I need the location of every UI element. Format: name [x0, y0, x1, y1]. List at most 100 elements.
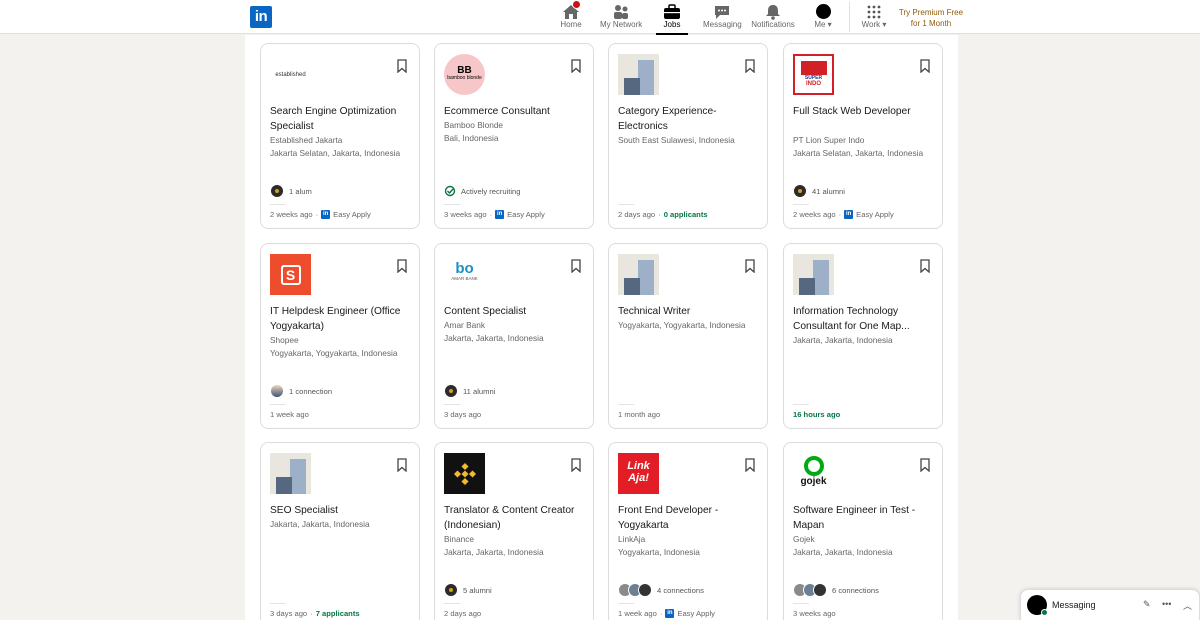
home-icon	[558, 0, 584, 20]
bookmark-icon[interactable]	[571, 59, 581, 73]
job-title[interactable]: Information Technology Consultant for On…	[793, 304, 941, 334]
job-title[interactable]: Software Engineer in Test - Mapan	[793, 503, 941, 533]
notification-badge	[572, 0, 581, 9]
job-title[interactable]: Ecommerce Consultant	[444, 104, 592, 119]
linkedin-icon: in	[321, 210, 331, 219]
company-logo-box[interactable]: BB bamboo blonde	[444, 54, 485, 95]
company-name: PT Lion Super Indo	[793, 135, 865, 145]
job-card[interactable]: Translator & Content Creator (Indonesian…	[434, 442, 594, 620]
job-title[interactable]: Content Specialist	[444, 304, 592, 319]
job-insight: 4 connections	[618, 583, 704, 597]
job-card[interactable]: Link Aja! Front End Developer - Yogyakarta…	[608, 442, 768, 620]
bookmark-icon[interactable]	[397, 59, 407, 73]
posted-time: 3 weeks ago	[793, 609, 836, 618]
company-logo-box[interactable]	[618, 54, 659, 95]
job-card[interactable]: bo AMAR BANK Content Specialist Amar Bank Ja…	[434, 243, 594, 429]
company-name: Established Jakarta	[270, 135, 343, 145]
company-logo-box[interactable]	[270, 453, 311, 494]
nav-my-network[interactable]: My Network	[600, 2, 642, 34]
easy-apply-label: Easy Apply	[507, 210, 545, 219]
bookmark-icon[interactable]	[745, 259, 755, 273]
job-title[interactable]: IT Helpdesk Engineer (Office Yogyakarta)	[270, 304, 418, 334]
nav-notifications[interactable]: Notifications	[751, 2, 795, 34]
applicants-count: 0 applicants	[663, 210, 708, 219]
linkedin-logo[interactable]: in	[250, 6, 272, 28]
bookmark-icon[interactable]	[571, 458, 581, 472]
job-card[interactable]: BB bamboo blonde Ecommerce Consultant Bambo…	[434, 43, 594, 229]
company-name: Jakarta, Jakarta, Indonesia	[270, 519, 370, 529]
compose-icon[interactable]: ✎	[1143, 599, 1151, 610]
job-card[interactable]: S IT Helpdesk Engineer (Office Yogyakarta…	[260, 243, 420, 429]
job-card[interactable]: SEO Specialist Jakarta, Jakarta, Indonesi…	[260, 442, 420, 620]
posted-time: 2 weeks ago	[270, 210, 313, 219]
job-insight: 11 alumni	[444, 384, 495, 398]
job-card[interactable]: Technical Writer Yogyakarta, Yogyakarta, …	[608, 243, 768, 429]
job-footer: 2 days ago	[444, 609, 481, 618]
job-insight: 6 connections	[793, 583, 879, 597]
divider	[444, 204, 460, 205]
company-logo-box[interactable]	[618, 254, 659, 295]
job-title[interactable]: Category Experience- Electronics	[618, 104, 766, 134]
job-location: Jakarta Selatan, Jakarta, Indonesia	[270, 148, 401, 158]
messaging-overlay[interactable]: Messaging ✎ ••• ︿	[1020, 589, 1200, 620]
nav-work[interactable]: Work ▾	[860, 2, 888, 34]
bookmark-icon[interactable]	[397, 259, 407, 273]
posted-time: 2 days ago	[444, 609, 482, 618]
try-premium-link[interactable]: Try Premium Free for 1 Month	[896, 7, 966, 29]
job-title[interactable]: Search Engine Optimization Specialist	[270, 104, 418, 134]
job-footer: 16 hours ago	[793, 410, 840, 419]
job-insight: Actively recruiting	[444, 184, 521, 198]
posted-time: 2 weeks ago	[793, 210, 836, 219]
posted-time: 1 month ago	[618, 410, 661, 419]
bookmark-icon[interactable]	[920, 458, 930, 472]
bookmark-icon[interactable]	[745, 458, 755, 472]
chevron-down-icon: ▾	[825, 20, 832, 29]
nav-home[interactable]: Home	[558, 0, 584, 34]
company-logo-box[interactable]: SUPER INDO	[793, 54, 834, 95]
job-card[interactable]: Information Technology Consultant for On…	[783, 243, 943, 429]
company-name: LinkAja	[618, 534, 646, 544]
more-options-icon[interactable]: •••	[1162, 599, 1171, 609]
bookmark-icon[interactable]	[920, 59, 930, 73]
job-card[interactable]: gojek Software Engineer in Test - Mapan Go…	[783, 442, 943, 620]
job-title[interactable]: SEO Specialist	[270, 503, 418, 518]
nav-me[interactable]: Me ▾	[813, 2, 833, 34]
chevron-up-icon[interactable]: ︿	[1183, 599, 1192, 612]
bookmark-icon[interactable]	[571, 259, 581, 273]
nav-messaging[interactable]: Messaging	[703, 2, 742, 34]
company-name: Yogyakarta, Yogyakarta, Indonesia	[618, 320, 746, 330]
avatar-icon	[813, 2, 833, 20]
job-card[interactable]: Category Experience- Electronics South Ea…	[608, 43, 768, 229]
company-logo-box[interactable]: established	[270, 54, 311, 95]
job-title[interactable]: Translator & Content Creator (Indonesian…	[444, 503, 592, 533]
bookmark-icon[interactable]	[745, 59, 755, 73]
job-insight: 41 alumni	[793, 184, 845, 198]
easy-apply-label: Easy Apply	[856, 210, 894, 219]
company-logo-box[interactable]	[793, 254, 834, 295]
job-title[interactable]: Front End Developer - Yogyakarta	[618, 503, 766, 533]
company-logo: Link Aja!	[618, 453, 659, 494]
job-title[interactable]: Full Stack Web Developer	[793, 104, 941, 119]
company-logo-placeholder	[618, 54, 659, 95]
divider	[270, 603, 286, 604]
company-logo: gojek	[793, 453, 834, 494]
linkedin-icon: in	[844, 210, 854, 219]
company-logo-box[interactable]	[444, 453, 485, 494]
divider	[270, 404, 286, 405]
job-location: Jakarta Selatan, Jakarta, Indonesia	[793, 148, 924, 158]
job-location: Jakarta, Jakarta, Indonesia	[444, 333, 544, 343]
company-logo-box[interactable]: gojek	[793, 453, 834, 494]
bookmark-icon[interactable]	[397, 458, 407, 472]
company-logo-box[interactable]: bo AMAR BANK	[444, 254, 485, 295]
company-logo-box[interactable]: S	[270, 254, 311, 295]
company-logo-box[interactable]: Link Aja!	[618, 453, 659, 494]
company-logo: SUPER INDO	[793, 54, 834, 95]
job-card[interactable]: established Search Engine Optimization Sp…	[260, 43, 420, 229]
job-title[interactable]: Technical Writer	[618, 304, 766, 319]
bookmark-icon[interactable]	[920, 259, 930, 273]
nav-jobs[interactable]: Jobs	[656, 2, 688, 35]
company-name: Amar Bank	[444, 320, 486, 330]
job-card[interactable]: SUPER INDO Full Stack Web Developer PT Lion…	[783, 43, 943, 229]
recruiting-icon	[444, 185, 456, 197]
job-footer: 3 days ago · 7 applicants	[270, 609, 360, 618]
